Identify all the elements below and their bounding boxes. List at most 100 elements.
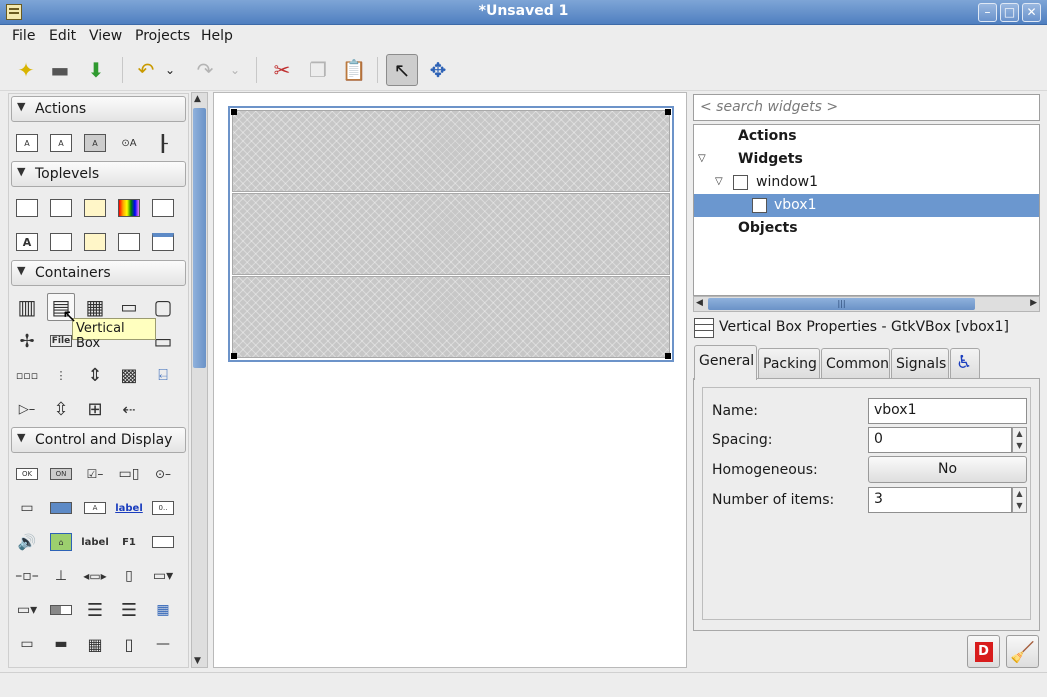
number-of-items-spinner[interactable]: 3	[868, 487, 1012, 513]
file-chooser-dialog-icon[interactable]	[149, 194, 177, 222]
menu-projects[interactable]: Projects	[135, 28, 190, 44]
scroll-down-icon[interactable]: ▼	[194, 656, 201, 666]
maximize-button[interactable]: □	[1000, 3, 1019, 22]
fixed-icon[interactable]: ✢	[13, 327, 41, 355]
tab-signals[interactable]: Signals	[891, 348, 949, 379]
copy-icon[interactable]: ❐	[302, 54, 334, 86]
dialog-icon[interactable]	[47, 194, 75, 222]
recent-chooser-icon[interactable]	[149, 228, 177, 256]
tree-row-vbox1[interactable]: vbox1	[694, 194, 1039, 217]
entry-icon[interactable]	[149, 528, 177, 556]
menu-file[interactable]: File	[12, 28, 35, 44]
close-button[interactable]: ✕	[1022, 3, 1041, 22]
resize-handle[interactable]	[665, 353, 671, 359]
palette-group-toplevels[interactable]: ▼ Toplevels	[11, 161, 186, 187]
notebook-icon[interactable]: ▭	[115, 293, 143, 321]
spinner-arrows-icon[interactable]: ▲ ▼	[1012, 487, 1027, 513]
font-selection-icon[interactable]: A	[13, 228, 41, 256]
redo-icon[interactable]: ↷	[189, 54, 221, 86]
design-canvas[interactable]	[213, 92, 687, 668]
drag-resize-icon[interactable]: ✥	[422, 54, 454, 86]
horizontal-separator-icon[interactable]: —	[149, 630, 177, 658]
homogeneous-toggle[interactable]: No	[868, 456, 1027, 483]
window1-preview[interactable]	[228, 106, 674, 362]
icon-view-icon[interactable]: ▦	[149, 596, 177, 624]
spinner-arrows-icon[interactable]: ▲ ▼	[1012, 427, 1027, 453]
table-icon[interactable]: ▦	[81, 293, 109, 321]
vertical-button-box-icon[interactable]: ⋮	[47, 361, 75, 389]
accel-label-icon[interactable]: F1	[115, 528, 143, 556]
tab-common[interactable]: Common	[821, 348, 890, 379]
minimize-button[interactable]: –	[978, 3, 997, 22]
redo-dropdown-icon[interactable]: ⌄	[225, 54, 245, 86]
scrolled-window-icon[interactable]: ⇕	[81, 361, 109, 389]
scale-button-icon[interactable]: 0..	[149, 494, 177, 522]
tree-row-actions[interactable]: Actions	[694, 125, 1039, 148]
vertical-scrollbar-icon[interactable]: ▯	[115, 562, 143, 590]
tab-general[interactable]: General	[694, 345, 757, 380]
palette-scrollbar[interactable]: ▲ ▼	[191, 92, 208, 668]
resize-handle[interactable]	[231, 109, 237, 115]
page-setup-icon[interactable]	[115, 228, 143, 256]
horizontal-scrollbar-icon[interactable]: ◂▭▸	[81, 562, 109, 590]
expander-open-icon[interactable]: ▽	[698, 153, 706, 164]
window-icon[interactable]	[13, 194, 41, 222]
new-icon[interactable]: ✦	[10, 54, 42, 86]
image-icon[interactable]: ⌂	[47, 528, 75, 556]
radio-button-icon[interactable]: ⊙–	[149, 460, 177, 488]
save-icon[interactable]: ⬇	[80, 54, 112, 86]
alignment-icon[interactable]: ⇳	[47, 395, 75, 423]
progress-bar-icon[interactable]	[47, 596, 75, 624]
resize-handle[interactable]	[665, 109, 671, 115]
combo-box-entry-icon[interactable]: ▭▾	[13, 596, 41, 624]
scroll-right-icon[interactable]: ▶	[1030, 298, 1037, 308]
spin-button-icon[interactable]: ▭▯	[115, 460, 143, 488]
palette-group-control-and-display[interactable]: ▼ Control and Display	[11, 427, 186, 453]
aspect-frame-icon[interactable]: ⇠	[115, 395, 143, 423]
radio-action-icon[interactable]: A	[81, 129, 109, 157]
file-chooser-button-icon[interactable]: ▭	[13, 494, 41, 522]
event-box-icon[interactable]: ⍇	[149, 361, 177, 389]
menu-help[interactable]: Help	[201, 28, 233, 44]
tab-packing[interactable]: Packing	[758, 348, 820, 379]
message-dialog-icon[interactable]	[81, 228, 109, 256]
expander-icon[interactable]: ▷–	[13, 395, 41, 423]
about-dialog-icon[interactable]	[81, 194, 109, 222]
action-group-icon[interactable]: ┠	[149, 129, 177, 157]
undo-dropdown-icon[interactable]: ⌄	[160, 54, 180, 86]
font-button-icon[interactable]: A	[81, 494, 109, 522]
search-widgets-input[interactable]: < search widgets >	[693, 94, 1040, 121]
calendar-icon[interactable]: ▦	[81, 630, 109, 658]
scrollbar-thumb[interactable]: |||	[708, 298, 975, 310]
volume-button-icon[interactable]: 🔊	[13, 528, 41, 556]
tree-view-icon[interactable]: ☰	[115, 596, 143, 624]
viewport-icon[interactable]: ▩	[115, 361, 143, 389]
resize-handle[interactable]	[231, 353, 237, 359]
vbox-placeholder-slot[interactable]	[232, 276, 670, 358]
tab-accessibility[interactable]: ♿	[950, 348, 980, 379]
check-button-icon[interactable]: ☑–	[81, 460, 109, 488]
name-field[interactable]: vbox1	[868, 398, 1027, 424]
frame-icon[interactable]: ▢	[149, 293, 177, 321]
paste-icon[interactable]: 📋	[338, 54, 370, 86]
combo-box-icon[interactable]: ▭▾	[149, 562, 177, 590]
color-button-icon[interactable]	[47, 494, 75, 522]
layout-icon[interactable]: ⊞	[81, 395, 109, 423]
palette-group-containers[interactable]: ▼ Containers	[11, 260, 186, 286]
button-icon[interactable]: OK	[13, 460, 41, 488]
vbox-placeholder-slot[interactable]	[232, 193, 670, 275]
ruler-icon[interactable]: ▯	[115, 630, 143, 658]
text-view-icon[interactable]: ☰	[81, 596, 109, 624]
undo-icon[interactable]: ↶	[130, 54, 162, 86]
vertical-scale-icon[interactable]: ⊥	[47, 562, 75, 590]
status-bar-icon[interactable]: ▭	[13, 630, 41, 658]
menu-edit[interactable]: Edit	[49, 28, 76, 44]
horizontal-box-icon[interactable]: ▥	[13, 293, 41, 321]
cut-icon[interactable]: ✂	[266, 54, 298, 86]
action-icon[interactable]: A	[13, 129, 41, 157]
scroll-up-icon[interactable]: ▲	[194, 94, 201, 104]
color-selection-icon[interactable]	[115, 194, 143, 222]
link-button-icon[interactable]: label	[115, 494, 143, 522]
tree-row-widgets[interactable]: ▽ Widgets	[694, 148, 1039, 171]
expander-open-icon[interactable]: ▽	[715, 176, 723, 187]
